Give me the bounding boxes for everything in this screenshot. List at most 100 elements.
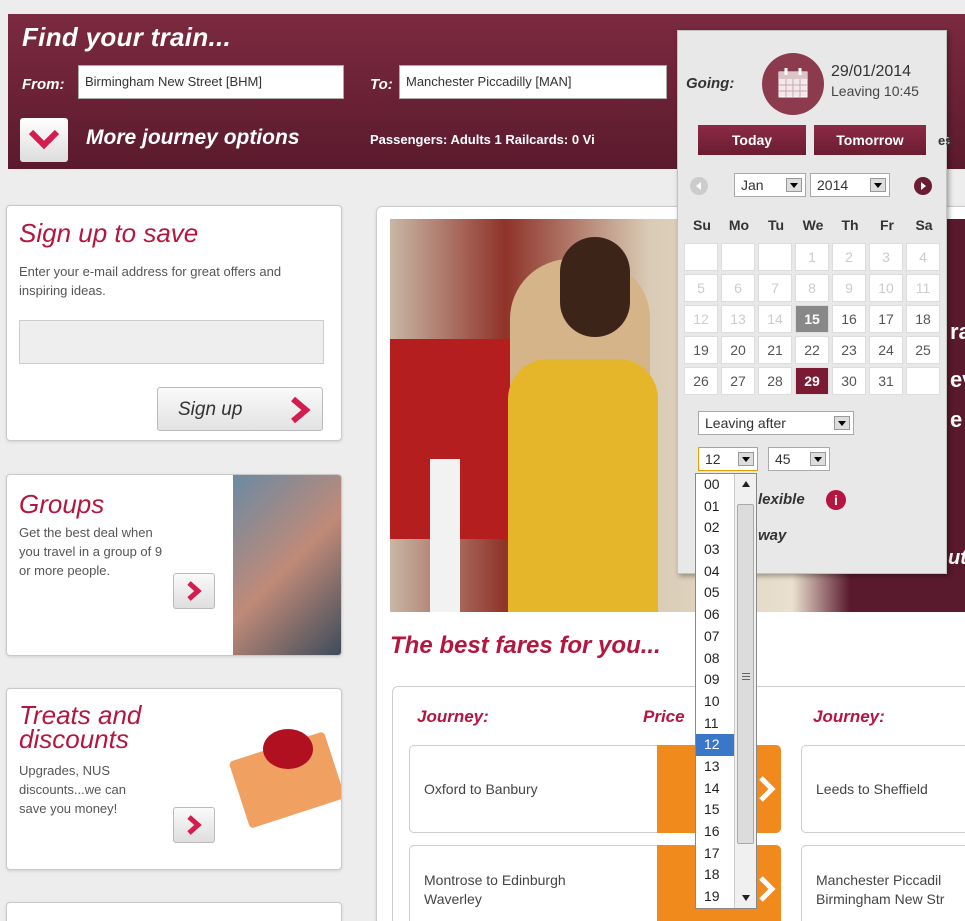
email-input[interactable] <box>19 320 324 364</box>
groups-photo <box>233 475 341 655</box>
gift-card-image <box>228 715 341 833</box>
from-station-input[interactable]: Birmingham New Street [BHM] <box>78 65 344 99</box>
scrollbar-thumb[interactable] <box>737 504 754 844</box>
month-select[interactable]: Jan <box>734 173 806 197</box>
way-label: way <box>758 527 787 544</box>
calendar-day[interactable]: 27 <box>721 367 755 395</box>
scroll-up-icon[interactable] <box>741 480 751 488</box>
calendar-day[interactable]: 30 <box>832 367 866 395</box>
year-select[interactable]: 2014 <box>810 173 890 197</box>
calendar-day[interactable]: 21 <box>758 336 792 364</box>
calendar-day[interactable]: 18 <box>906 305 940 333</box>
calendar-icon[interactable] <box>762 53 824 115</box>
calendar-day[interactable]: 16 <box>832 305 866 333</box>
calendar-day[interactable]: 28 <box>758 367 792 395</box>
to-station-input[interactable]: Manchester Piccadilly [MAN] <box>399 65 667 99</box>
calendar-day[interactable]: 8 <box>795 274 829 302</box>
selected-time: Leaving 10:45 <box>831 83 919 99</box>
groups-title: Groups <box>19 489 105 519</box>
journey-column-header: Journey: <box>813 707 885 726</box>
dropdown-arrow-icon <box>786 178 802 192</box>
today-button[interactable]: Today <box>698 125 806 155</box>
prev-month-button[interactable] <box>690 177 708 195</box>
groups-arrow-button[interactable] <box>173 573 215 609</box>
clipped-text: es <box>938 133 953 148</box>
calendar-day[interactable]: 1 <box>795 243 829 271</box>
calendar-day[interactable]: 25 <box>906 336 940 364</box>
journey-column-header: Journey: <box>417 707 489 726</box>
minute-select[interactable]: 45 <box>768 447 830 471</box>
groups-panel: Groups Get the best deal when you travel… <box>6 474 342 656</box>
route-name: Leeds to Sheffield <box>816 780 928 797</box>
scrollbar[interactable] <box>734 474 756 908</box>
calendar-day[interactable]: 13 <box>721 305 755 333</box>
calendar-day[interactable]: 11 <box>906 274 940 302</box>
treats-arrow-button[interactable] <box>173 807 215 843</box>
next-month-button[interactable] <box>914 177 932 195</box>
minute-value: 45 <box>775 451 791 467</box>
weekday-header: Th <box>841 217 859 233</box>
calendar-day[interactable]: 9 <box>832 274 866 302</box>
calendar-day[interactable]: 5 <box>684 274 718 302</box>
calendar-day[interactable]: 3 <box>869 243 903 271</box>
hero-text-fragment: ut <box>948 547 965 569</box>
calendar-day <box>758 243 792 271</box>
chevron-down-icon <box>28 129 60 150</box>
calendar-grid-icon <box>778 68 808 98</box>
from-label: From: <box>22 76 65 93</box>
passengers-summary[interactable]: Passengers: Adults 1 Railcards: 0 Vi <box>370 132 595 147</box>
calendar-day[interactable]: 22 <box>795 336 829 364</box>
calendar-day[interactable]: 24 <box>869 336 903 364</box>
fare-route-item[interactable]: Manchester Piccadil Birmingham New Str <box>801 845 965 921</box>
route-name: Montrose to Edinburgh Waverley <box>424 872 566 907</box>
dropdown-arrow-icon <box>834 416 850 430</box>
arrow-right-icon <box>921 182 926 190</box>
dropdown-arrow-icon <box>870 178 886 192</box>
calendar-day[interactable]: 17 <box>869 305 903 333</box>
fare-route-item[interactable]: Leeds to Sheffield <box>801 745 965 833</box>
calendar-day[interactable]: 14 <box>758 305 792 333</box>
calendar-day[interactable]: 6 <box>721 274 755 302</box>
weekday-header: Tu <box>767 217 785 233</box>
calendar-day[interactable]: 2 <box>832 243 866 271</box>
flexible-label: lexible <box>758 491 805 508</box>
hour-select[interactable]: 12 <box>698 447 758 471</box>
calendar-day[interactable]: 19 <box>684 336 718 364</box>
going-label: Going: <box>686 75 735 92</box>
more-options-label[interactable]: More journey options <box>86 126 300 150</box>
dropdown-arrow-icon <box>738 452 754 466</box>
hero-text-fragment: ev <box>950 367 965 392</box>
weekday-header: We <box>802 217 824 233</box>
more-options-button[interactable] <box>20 118 68 162</box>
chevron-right-icon <box>291 396 311 424</box>
calendar-day[interactable]: 10 <box>869 274 903 302</box>
signup-button[interactable]: Sign up <box>157 387 323 431</box>
info-icon[interactable]: i <box>826 490 846 510</box>
calendar-day[interactable]: 31 <box>869 367 903 395</box>
scroll-down-icon[interactable] <box>741 894 751 902</box>
signup-title: Sign up to save <box>19 218 199 248</box>
calendar-day[interactable]: 26 <box>684 367 718 395</box>
treats-description: Upgrades, NUS discounts...we can save yo… <box>19 763 126 816</box>
fares-panel: Journey: Price Journey: Oxford to Banbur… <box>392 686 965 921</box>
hour-dropdown-list[interactable]: 00 01 02 03 04 05 06 07 08 09 10 11 12 13 14 15 16 17 18 19 <box>695 473 757 909</box>
signup-description: Enter your e-mail address for great offe… <box>19 264 282 298</box>
tomorrow-button[interactable]: Tomorrow <box>814 125 926 155</box>
weekday-header: Mo <box>728 217 750 233</box>
calendar-day[interactable]: 15 <box>795 305 829 333</box>
calendar-day[interactable]: 7 <box>758 274 792 302</box>
calendar-day[interactable]: 29 <box>795 367 829 395</box>
leaving-after-select[interactable]: Leaving after <box>698 411 854 435</box>
treats-panel: Treats and discounts Upgrades, NUS disco… <box>6 688 342 870</box>
to-label: To: <box>370 76 393 93</box>
price-column-header: Price <box>643 707 685 726</box>
calendar-day[interactable]: 12 <box>684 305 718 333</box>
calendar-day[interactable]: 20 <box>721 336 755 364</box>
calendar-day[interactable]: 23 <box>832 336 866 364</box>
weekday-header: Sa <box>915 217 933 233</box>
chevron-right-icon <box>187 581 202 601</box>
treats-title: Treats and discounts <box>19 700 142 754</box>
calendar-day <box>906 367 940 395</box>
calendar-day[interactable]: 4 <box>906 243 940 271</box>
chevron-right-icon <box>187 815 202 835</box>
